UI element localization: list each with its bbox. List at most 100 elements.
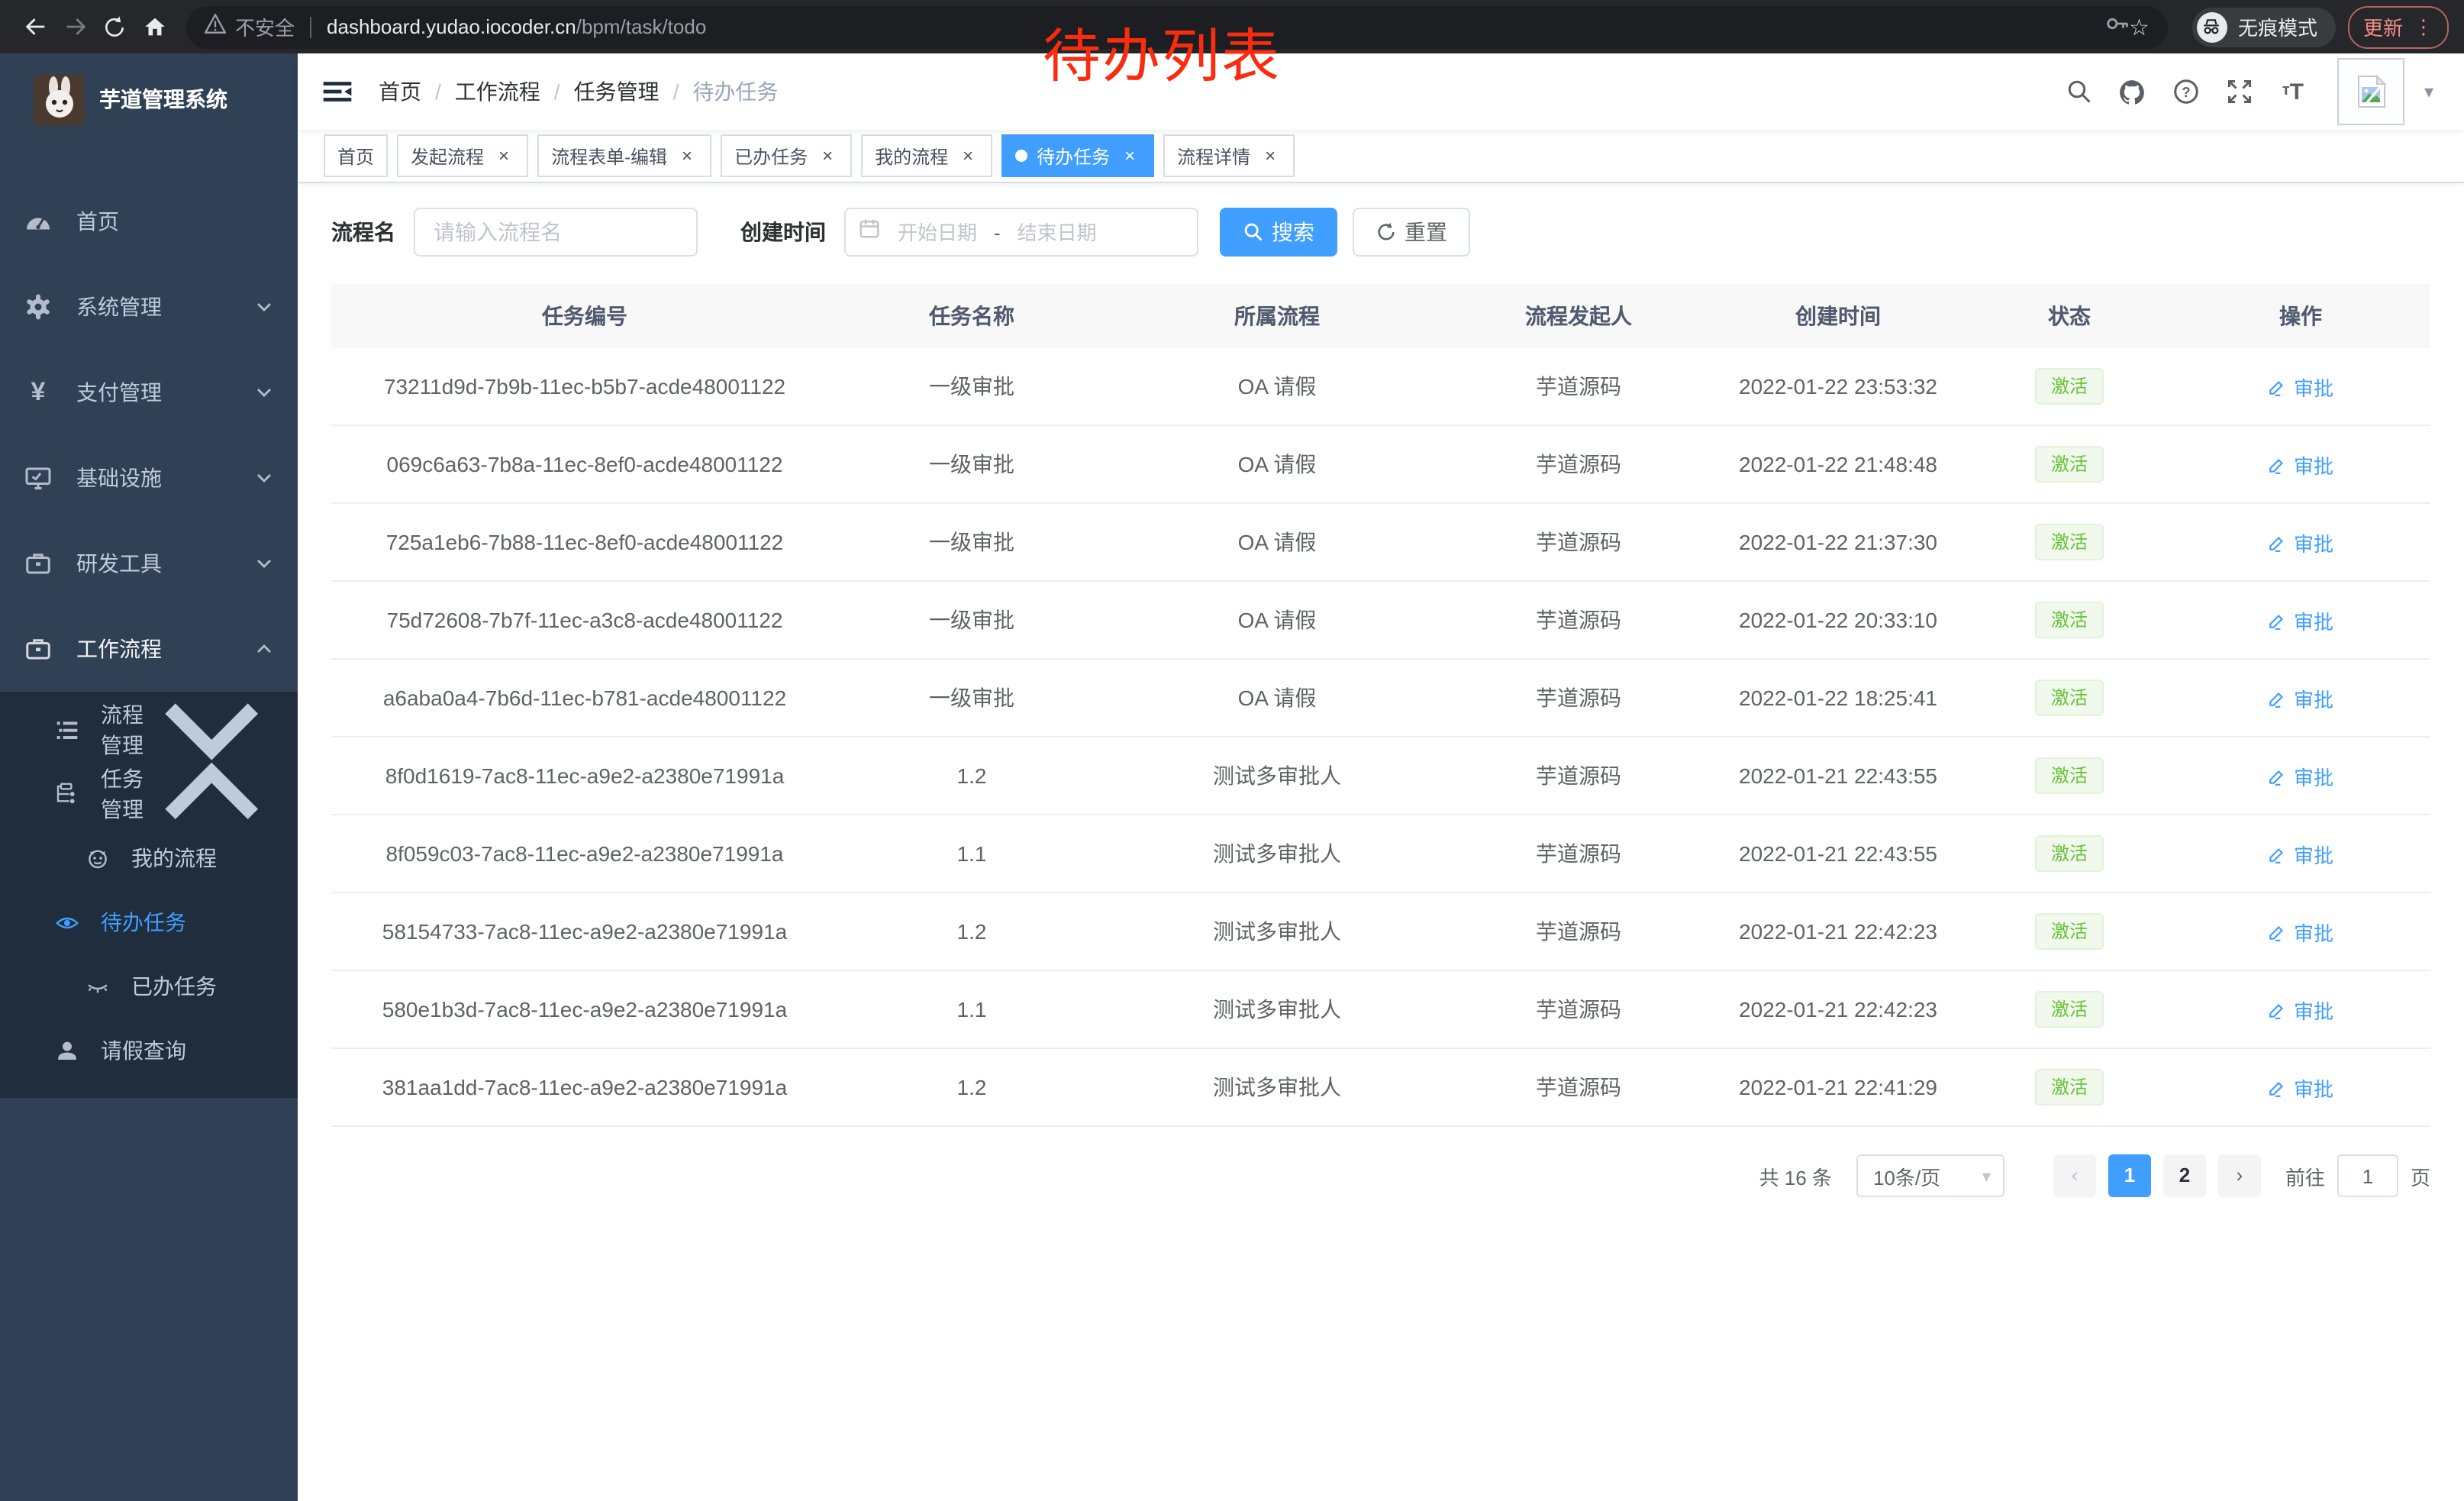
page-1-button[interactable]: 1 — [2108, 1154, 2151, 1197]
task-id-cell: a6aba0a4-7b6d-11ec-b781-acde48001122 — [331, 659, 838, 737]
table-row: 58154733-7ac8-11ec-a9e2-a2380e71991a 1.2… — [331, 893, 2430, 970]
reset-button[interactable]: 重置 — [1353, 208, 1470, 257]
goto-page-input[interactable] — [2337, 1154, 2398, 1197]
chevron-up-icon — [255, 640, 273, 658]
sidebar-item-home[interactable]: 首页 — [0, 179, 298, 264]
table-row: 73211d9d-7b9b-11ec-b5b7-acde48001122 一级审… — [331, 348, 2430, 425]
approve-link[interactable]: 审批 — [2268, 917, 2333, 946]
approve-link[interactable]: 审批 — [2268, 450, 2333, 479]
search-button[interactable]: 搜索 — [1220, 208, 1337, 257]
process-cell: OA 请假 — [1105, 581, 1449, 659]
sidebar-item-leave-query[interactable]: 请假查询 — [0, 1018, 298, 1083]
sidebar-item-devtools[interactable]: 研发工具 — [0, 521, 298, 606]
browser-update-button[interactable]: 更新 ⋮ — [2348, 5, 2449, 48]
task-name-cell: 1.1 — [838, 815, 1105, 893]
update-label[interactable]: 更新 — [2363, 12, 2403, 41]
process-cell: 测试多审批人 — [1105, 815, 1449, 893]
col-task-name: 任务名称 — [838, 284, 1105, 348]
app-logo-row[interactable]: 芋道管理系统 — [0, 53, 298, 145]
col-created: 创建时间 — [1708, 284, 1968, 348]
task-name-cell: 一级审批 — [838, 503, 1105, 581]
sidebar-collapse-icon[interactable] — [321, 75, 354, 108]
starter-cell: 芋道源码 — [1449, 1048, 1708, 1126]
tab-todo-tasks[interactable]: 待办任务× — [1001, 134, 1154, 177]
sidebar-item-done-tasks[interactable]: 已办任务 — [0, 954, 298, 1018]
close-icon[interactable]: × — [957, 145, 979, 166]
help-icon[interactable]: ? — [2165, 70, 2208, 113]
date-range-picker[interactable]: - — [844, 208, 1198, 257]
user-icon — [55, 1038, 79, 1063]
back-button[interactable] — [15, 7, 55, 47]
approve-link[interactable]: 审批 — [2268, 995, 2333, 1024]
starter-cell: 芋道源码 — [1449, 815, 1708, 893]
sidebar-item-payment[interactable]: ¥ 支付管理 — [0, 350, 298, 435]
tab-home[interactable]: 首页 — [324, 134, 388, 177]
next-page-button[interactable]: › — [2218, 1154, 2261, 1197]
password-key-icon[interactable] — [2103, 10, 2129, 44]
sidebar-item-todo-tasks[interactable]: 待办任务 — [0, 890, 298, 954]
close-icon[interactable]: × — [493, 145, 514, 166]
process-cell: 测试多审批人 — [1105, 970, 1449, 1048]
close-icon[interactable]: × — [817, 145, 838, 166]
col-task-id: 任务编号 — [331, 284, 838, 348]
process-name-input[interactable] — [414, 208, 698, 257]
fullscreen-icon[interactable] — [2218, 70, 2261, 113]
approve-link[interactable]: 审批 — [2268, 761, 2333, 790]
approve-link[interactable]: 审批 — [2268, 683, 2333, 712]
tab-my-process[interactable]: 我的流程× — [861, 134, 992, 177]
approve-link[interactable]: 审批 — [2268, 1073, 2333, 1102]
page-2-button[interactable]: 2 — [2163, 1154, 2206, 1197]
url-host: dashboard.yudao.iocoder.cn — [327, 15, 576, 38]
close-icon[interactable]: × — [1259, 145, 1281, 166]
page-size-select[interactable]: 10条/页 ▾ — [1856, 1154, 2004, 1197]
range-separator: - — [994, 221, 1001, 244]
tab-process-form-edit[interactable]: 流程表单-编辑× — [537, 134, 711, 177]
breadcrumb-task-mgmt[interactable]: 任务管理 — [574, 76, 660, 107]
calendar-icon — [858, 217, 881, 247]
tags-view: 首页 发起流程× 流程表单-编辑× 已办任务× 我的流程× 待办任务× 流程详情… — [298, 130, 2464, 183]
status-badge: 激活 — [2036, 602, 2103, 638]
avatar[interactable] — [2337, 58, 2404, 125]
list-icon — [55, 718, 79, 742]
breadcrumb-workflow[interactable]: 工作流程 — [455, 76, 540, 107]
search-icon[interactable] — [2058, 70, 2101, 113]
start-date-input[interactable] — [887, 219, 988, 245]
status-badge: 激活 — [2036, 446, 2103, 483]
avatar-caret-icon[interactable]: ▾ — [2424, 81, 2433, 102]
font-size-icon[interactable]: тT — [2272, 70, 2314, 113]
monitor-icon — [24, 464, 52, 492]
home-button[interactable] — [134, 7, 174, 47]
end-date-input[interactable] — [1007, 219, 1108, 245]
sidebar-item-task-mgmt[interactable]: 任务管理 — [0, 762, 298, 826]
starter-cell: 芋道源码 — [1449, 581, 1708, 659]
sidebar-item-infrastructure[interactable]: 基础设施 — [0, 435, 298, 521]
approve-link[interactable]: 审批 — [2268, 839, 2333, 868]
table-row: 8f0d1619-7ac8-11ec-a9e2-a2380e71991a 1.2… — [331, 737, 2430, 815]
created-cell: 2022-01-21 22:43:55 — [1708, 815, 1968, 893]
task-name-cell: 1.2 — [838, 893, 1105, 970]
tab-process-detail[interactable]: 流程详情× — [1163, 134, 1295, 177]
forward-button[interactable] — [55, 7, 95, 47]
app-title: 芋道管理系统 — [99, 84, 227, 115]
breadcrumb-home[interactable]: 首页 — [379, 76, 421, 107]
tab-start-process[interactable]: 发起流程× — [397, 134, 528, 177]
approve-link[interactable]: 审批 — [2268, 528, 2333, 557]
reload-button[interactable] — [95, 7, 134, 47]
tab-done-tasks[interactable]: 已办任务× — [721, 134, 852, 177]
close-icon[interactable]: × — [1119, 145, 1140, 166]
approve-link[interactable]: 审批 — [2268, 605, 2333, 634]
bookmark-star-icon[interactable]: ☆ — [2129, 13, 2150, 40]
table-row: a6aba0a4-7b6d-11ec-b781-acde48001122 一级审… — [331, 659, 2430, 737]
table-row: 725a1eb6-7b88-11ec-8ef0-acde48001122 一级审… — [331, 503, 2430, 581]
approve-link[interactable]: 审批 — [2268, 372, 2333, 401]
created-cell: 2022-01-21 22:42:23 — [1708, 970, 1968, 1048]
prev-page-button[interactable]: ‹ — [2053, 1154, 2096, 1197]
status-badge: 激活 — [2036, 524, 2103, 560]
sidebar-item-system[interactable]: 系统管理 — [0, 264, 298, 350]
browser-menu-icon[interactable]: ⋮ — [2414, 15, 2433, 39]
close-icon[interactable]: × — [676, 145, 698, 166]
table-row: 069c6a63-7b8a-11ec-8ef0-acde48001122 一级审… — [331, 425, 2430, 503]
active-dot — [1015, 150, 1027, 162]
github-icon[interactable] — [2111, 70, 2154, 113]
process-cell: 测试多审批人 — [1105, 737, 1449, 815]
